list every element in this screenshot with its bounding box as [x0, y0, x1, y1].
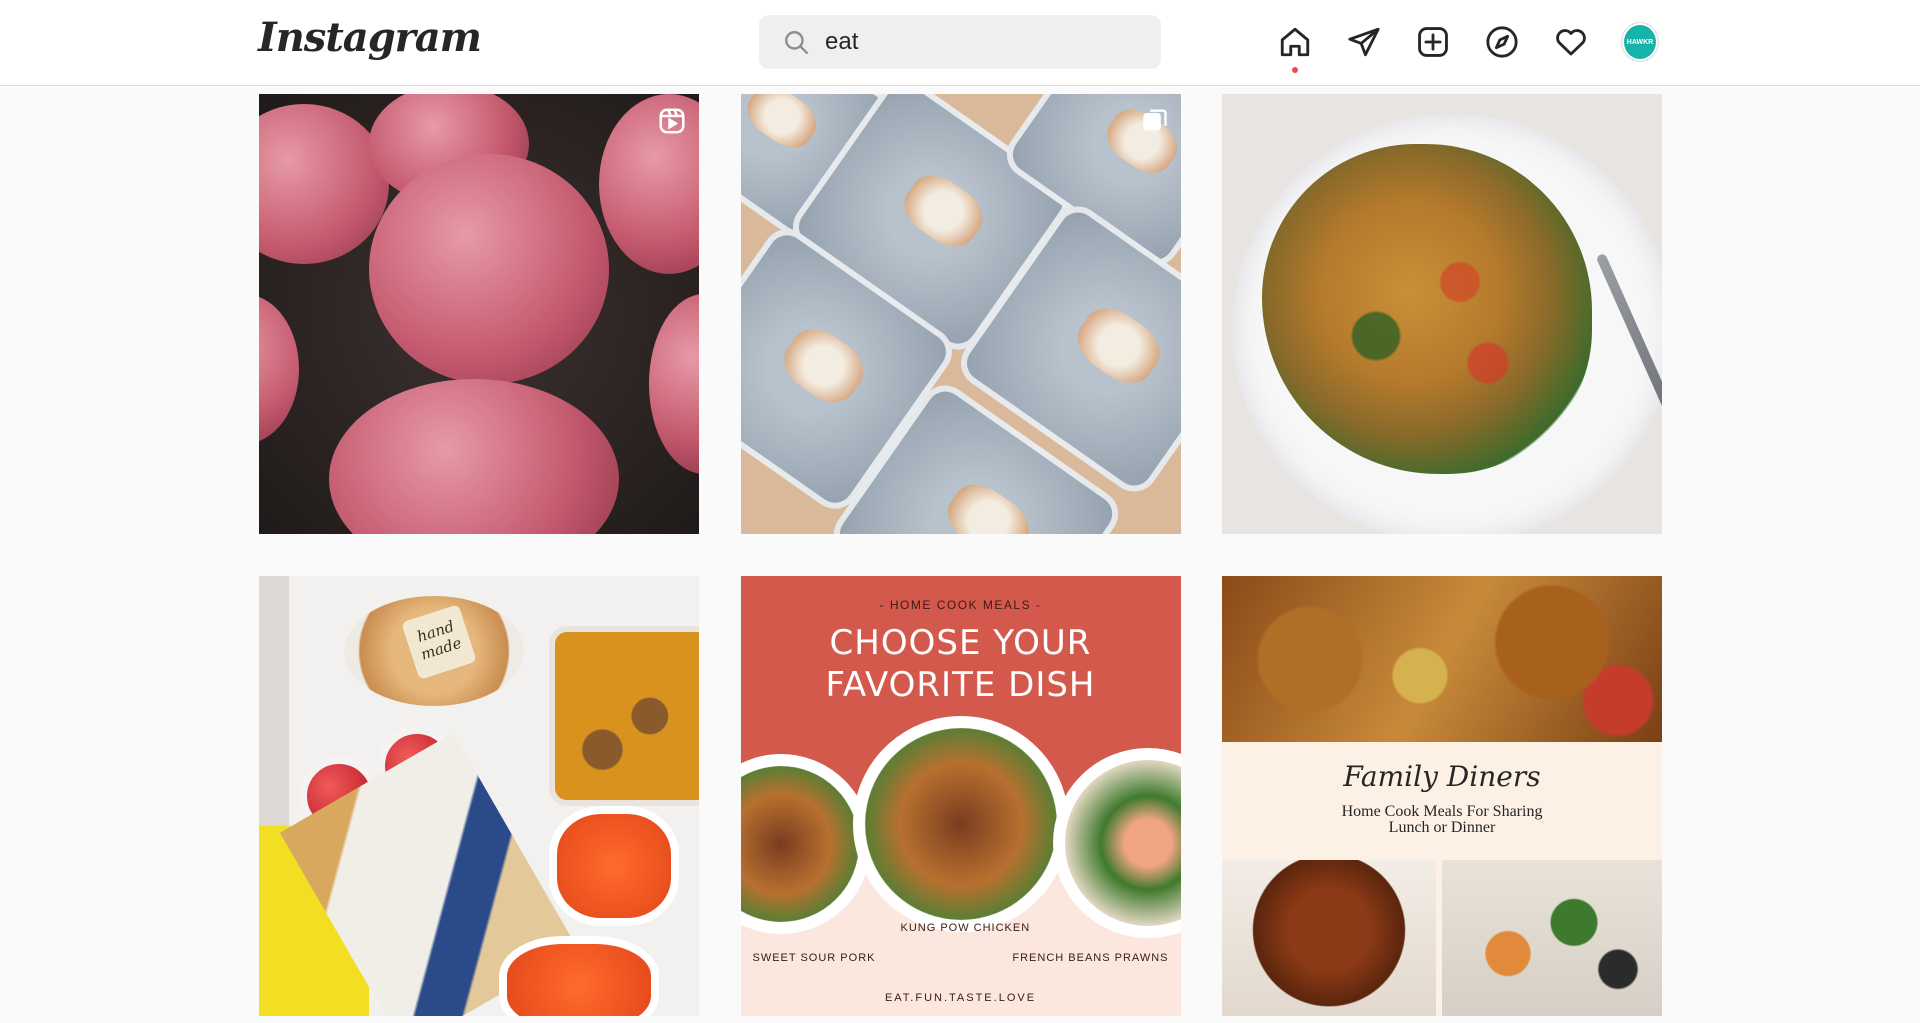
heart-icon — [1556, 29, 1586, 56]
post-tile-stir-fry[interactable] — [1222, 94, 1662, 534]
poster-headline: CHOOSE YOUR FAVORITE DISH — [825, 623, 1096, 705]
post-subtitle: Home Cook Meals For Sharing Lunch or Din… — [1341, 803, 1543, 836]
avatar: HAWKR — [1622, 23, 1658, 61]
main-nav: HAWKR — [1277, 22, 1658, 73]
curry-photo-part — [549, 626, 699, 806]
search-results-grid: hand made - HOME COOK MEALS - CHOOSE YOU… — [259, 94, 1662, 1016]
food-photo-part — [1292, 174, 1572, 444]
post-tile-family-diners[interactable]: Family Diners Home Cook Meals For Sharin… — [1222, 576, 1662, 1016]
center-dish-label: KUNG POW CHICKEN — [900, 922, 1031, 934]
post-tile-poster[interactable]: - HOME COOK MEALS - CHOOSE YOUR FAVORITE… — [740, 576, 1181, 1016]
home-button[interactable] — [1277, 22, 1313, 73]
plus-square-icon — [1418, 27, 1448, 57]
reels-icon — [659, 108, 685, 134]
right-dish-label: FRENCH BEANS PRAWNS — [1000, 946, 1181, 970]
sweet-sour-photo-part — [1222, 576, 1662, 742]
home-icon — [1280, 27, 1310, 57]
post-title: Family Diners — [1343, 760, 1541, 793]
top-navigation-bar: Instagram HAWKR — [0, 0, 1920, 86]
poster-kicker: - HOME COOK MEALS - — [879, 598, 1042, 612]
meatball-photo-part — [329, 379, 619, 534]
compass-icon — [1486, 26, 1518, 58]
new-post-button[interactable] — [1415, 22, 1451, 62]
search-box[interactable] — [759, 15, 1161, 69]
orange-kueh-photo-part — [499, 936, 659, 1016]
meatball-photo-part — [259, 294, 299, 444]
poster-footer: EAT.FUN.TASTE.LOVE — [884, 992, 1037, 1004]
chicken-photo-part — [1222, 860, 1436, 1016]
left-dish-label: SWEET SOUR PORK — [740, 946, 888, 970]
post-tile-meatballs[interactable] — [259, 94, 699, 534]
meatball-photo-part — [649, 294, 699, 474]
meatball-photo-part — [259, 104, 389, 264]
post-tile-rice-boxes[interactable] — [740, 94, 1181, 534]
noodles-photo-part — [1442, 860, 1662, 1016]
messages-button[interactable] — [1346, 22, 1382, 62]
search-input[interactable] — [825, 28, 1125, 56]
dish-photo-center — [852, 716, 1069, 932]
orange-kueh-photo-part — [549, 806, 679, 926]
paper-plane-icon — [1348, 27, 1380, 57]
active-indicator-dot — [1292, 67, 1298, 73]
post-tile-bento[interactable]: hand made — [259, 576, 699, 1016]
carousel-icon — [1142, 109, 1167, 131]
search-icon — [785, 31, 809, 55]
meatball-photo-part — [369, 154, 609, 384]
instagram-logo[interactable]: Instagram — [258, 14, 482, 61]
explore-button[interactable] — [1484, 22, 1520, 62]
activity-button[interactable] — [1553, 22, 1589, 62]
profile-button[interactable]: HAWKR — [1622, 22, 1658, 62]
